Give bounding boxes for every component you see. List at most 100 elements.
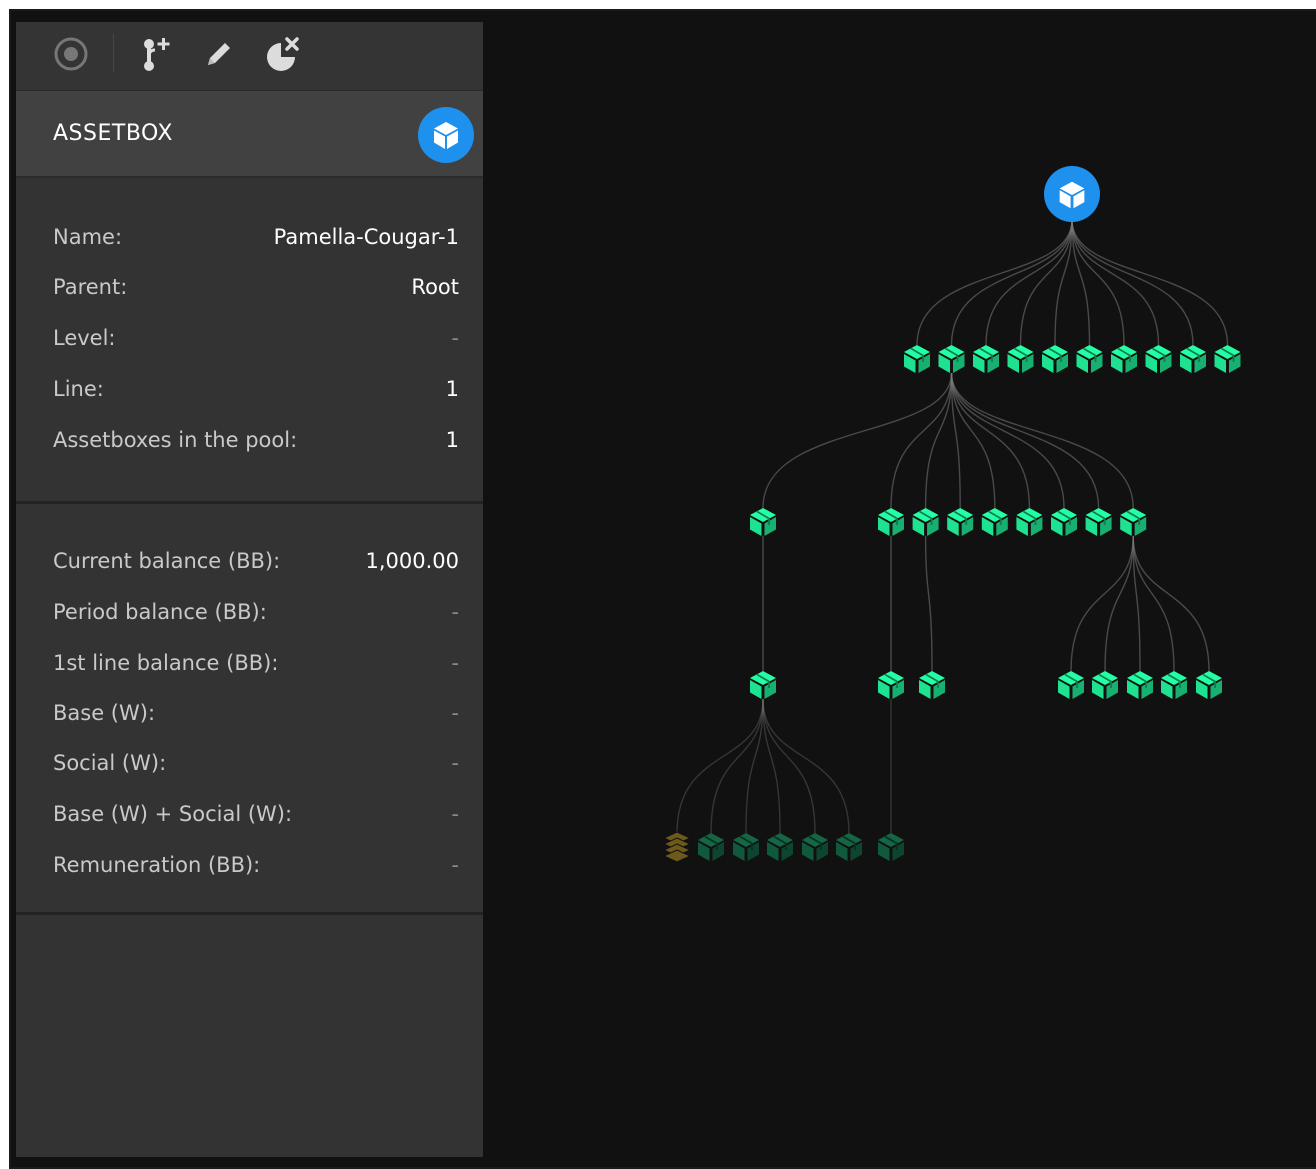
tree-edge <box>762 372 953 509</box>
current-balance-row: Current balance (BB): 1,000.00 <box>53 549 459 577</box>
tree-node[interactable] <box>750 671 776 699</box>
base-value: - <box>451 701 459 725</box>
panel-title: ASSETBOX <box>53 121 174 146</box>
balance-section: Current balance (BB): 1,000.00 Period ba… <box>16 504 483 912</box>
name-label: Name: <box>53 225 123 249</box>
tree-edge <box>924 535 933 672</box>
tree-node[interactable] <box>878 833 904 861</box>
first-line-balance-value: - <box>451 651 459 675</box>
base-social-label: Base (W) + Social (W): <box>53 802 293 826</box>
parent-row: Parent: Root <box>53 275 459 303</box>
tree-node[interactable] <box>947 508 974 536</box>
tree-node[interactable] <box>750 508 776 536</box>
tree-node[interactable] <box>1058 671 1084 699</box>
tree-node[interactable] <box>912 508 939 536</box>
target-icon <box>54 37 88 71</box>
tree-node[interactable] <box>904 345 930 373</box>
tree-edge <box>916 219 1073 346</box>
line-value: 1 <box>445 377 459 401</box>
tree-node[interactable] <box>1145 345 1172 373</box>
tree-node[interactable] <box>1085 508 1112 536</box>
pool-row: Assetboxes in the pool: 1 <box>53 428 459 456</box>
tree-edge <box>1104 535 1134 672</box>
tree-node[interactable] <box>1007 345 1034 373</box>
level-label: Level: <box>53 326 116 350</box>
toolbar <box>16 22 483 88</box>
tree-edge <box>1071 219 1125 346</box>
tree-node[interactable] <box>1180 345 1206 373</box>
tree-edge <box>710 698 764 834</box>
base-label: Base (W): <box>53 701 156 725</box>
tree-node[interactable] <box>878 671 904 699</box>
tree-node[interactable] <box>802 833 828 861</box>
assetbox-panel: ASSETBOX Name: Pamella-Cougar-1 Parent: … <box>16 22 483 1157</box>
tree-node[interactable] <box>1092 671 1118 699</box>
pencil-icon <box>208 43 230 65</box>
current-balance-value: 1,000.00 <box>365 549 459 573</box>
tree-edge <box>1070 535 1134 672</box>
line-row: Line: 1 <box>53 377 459 405</box>
panel-header: ASSETBOX <box>16 90 483 178</box>
base-row: Base (W): - <box>53 701 459 729</box>
remuneration-value: - <box>451 853 459 877</box>
period-balance-label: Period balance (BB): <box>53 600 267 624</box>
base-social-value: - <box>451 802 459 826</box>
tree-edge <box>676 698 764 834</box>
tree-node[interactable] <box>733 833 759 861</box>
tree-canvas[interactable] <box>484 22 1316 1157</box>
tree-node[interactable] <box>1120 508 1147 536</box>
name-row: Name: Pamella-Cougar-1 <box>53 225 459 253</box>
tree-edge <box>950 372 1065 509</box>
tree-node[interactable] <box>1016 508 1043 536</box>
tree-node[interactable] <box>836 833 862 861</box>
pool-node[interactable] <box>662 831 692 863</box>
tree-node[interactable] <box>767 833 793 861</box>
parent-value: Root <box>411 275 459 299</box>
tree-node[interactable] <box>973 345 999 373</box>
pool-value: 1 <box>445 428 459 452</box>
current-balance-label: Current balance (BB): <box>53 549 281 573</box>
target-button[interactable] <box>49 32 93 76</box>
period-balance-value: - <box>451 600 459 624</box>
tree-edge <box>890 372 953 509</box>
add-branch-button[interactable] <box>134 32 178 76</box>
tree-node[interactable] <box>1111 345 1137 373</box>
tree-node[interactable] <box>1127 671 1153 699</box>
tree-node[interactable] <box>1214 345 1241 373</box>
tree-edge <box>924 372 953 509</box>
edit-button[interactable] <box>197 32 241 76</box>
remuneration-row: Remuneration (BB): - <box>53 853 459 881</box>
tree-node[interactable] <box>1042 345 1068 373</box>
tree-edge <box>950 219 1073 346</box>
tree-node[interactable] <box>1161 671 1187 699</box>
social-value: - <box>451 751 459 775</box>
tree-edge <box>1071 219 1160 346</box>
assetbox-tree[interactable] <box>484 22 1316 1157</box>
tree-node[interactable] <box>1196 671 1222 699</box>
tree-node[interactable] <box>919 671 945 699</box>
tree-edge <box>985 219 1073 346</box>
base-social-row: Base (W) + Social (W): - <box>53 802 459 830</box>
tree-edge <box>762 698 850 834</box>
tree-node[interactable] <box>878 508 904 536</box>
tree-node[interactable] <box>1076 345 1103 373</box>
tree-node[interactable] <box>938 345 965 373</box>
tree-node[interactable] <box>981 508 1008 536</box>
tree-edge <box>762 698 816 834</box>
level-value: - <box>451 326 459 350</box>
tree-node[interactable] <box>698 833 724 861</box>
tree-edge <box>1071 219 1229 346</box>
tree-edge <box>950 372 1031 509</box>
level-row: Level: - <box>53 326 459 354</box>
first-line-balance-label: 1st line balance (BB): <box>53 651 279 675</box>
tree-edge <box>1071 219 1194 346</box>
remuneration-label: Remuneration (BB): <box>53 853 261 877</box>
name-value: Pamella-Cougar-1 <box>273 225 459 249</box>
tree-edge <box>1132 535 1210 672</box>
tree-node[interactable] <box>1051 508 1077 536</box>
assetbox-badge[interactable] <box>418 107 474 163</box>
remove-button[interactable] <box>260 32 304 76</box>
parent-label: Parent: <box>53 275 128 299</box>
branch-add-icon <box>144 38 170 71</box>
empty-section <box>16 915 483 1157</box>
